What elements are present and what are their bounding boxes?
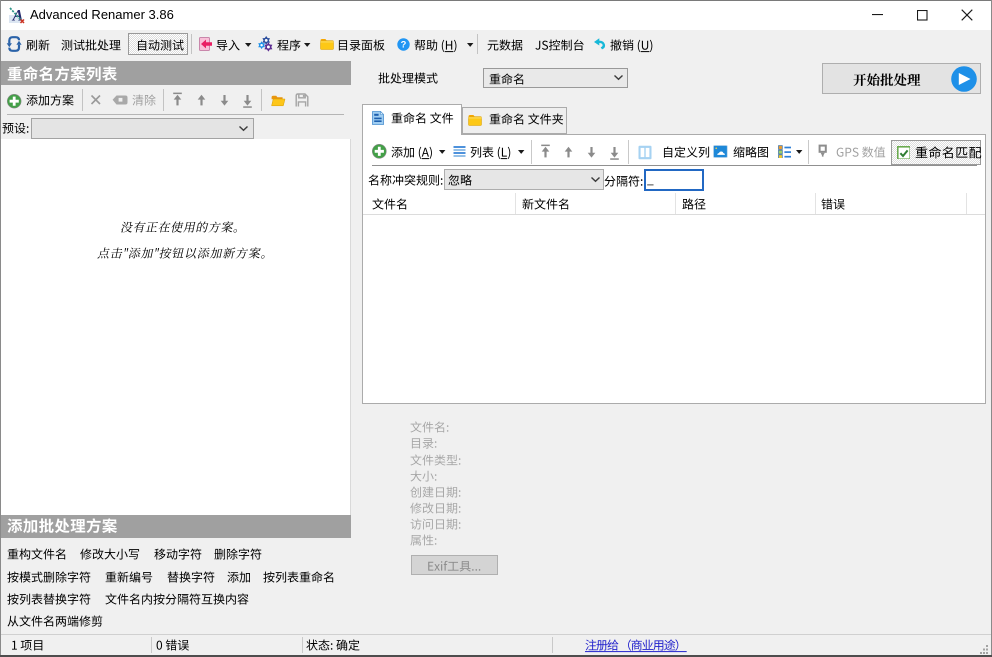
svg-text:?: ? [401, 39, 407, 50]
